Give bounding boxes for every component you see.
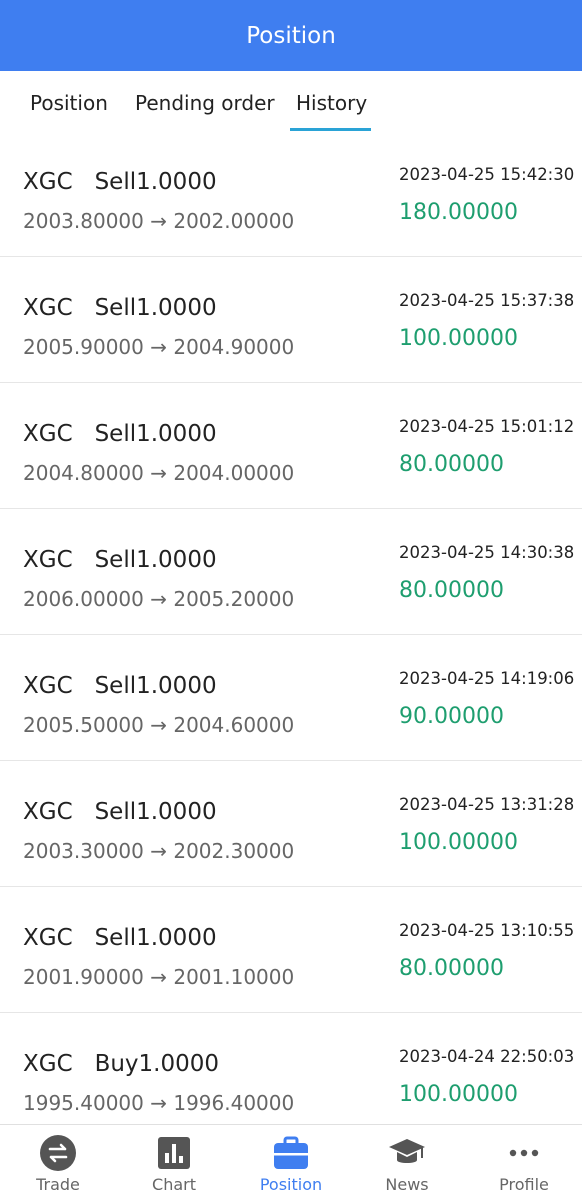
nav-trade[interactable]: Trade [0,1125,116,1200]
history-row[interactable]: XGC Sell1.0000 2006.00000 → 2005.20000 2… [0,509,582,635]
trade-title: XGC Sell1.0000 [23,421,217,447]
history-row[interactable]: XGC Buy1.0000 1995.40000 → 1996.40000 20… [0,1013,582,1124]
tab-history[interactable]: History [296,89,367,129]
trade-title: XGC Sell1.0000 [23,799,217,825]
trade-profit: 80.00000 [399,956,504,981]
trade-profit: 100.00000 [399,1082,518,1107]
trade-prices: 2001.90000 → 2001.10000 [23,965,295,989]
trade-profit: 90.00000 [399,704,504,729]
trade-time: 2023-04-25 14:30:38 [399,543,575,562]
trade-title: XGC Sell1.0000 [23,673,217,699]
graduation-cap-icon [389,1139,425,1163]
trade-profit: 100.00000 [399,326,518,351]
history-row[interactable]: XGC Sell1.0000 2005.90000 → 2004.90000 2… [0,257,582,383]
tab-position[interactable]: Position [30,89,108,129]
trade-prices: 2004.80000 → 2004.00000 [23,461,295,485]
app-header: Position [0,0,582,71]
trade-time: 2023-04-25 15:01:12 [399,417,575,436]
trade-prices: 2003.80000 → 2002.00000 [23,209,295,233]
trade-time: 2023-04-24 22:50:03 [399,1047,575,1066]
nav-profile[interactable]: Profile [466,1125,582,1200]
nav-news[interactable]: News [349,1125,465,1200]
trade-profit: 180.00000 [399,200,518,225]
chart-icon [158,1137,190,1169]
history-row[interactable]: XGC Sell1.0000 2003.30000 → 2002.30000 2… [0,761,582,887]
trade-prices: 1995.40000 → 1996.40000 [23,1091,295,1115]
trade-profit: 80.00000 [399,578,504,603]
nav-label-news: News [385,1175,429,1194]
nav-label-profile: Profile [499,1175,549,1194]
trade-time: 2023-04-25 14:19:06 [399,669,575,688]
history-row[interactable]: XGC Sell1.0000 2003.80000 → 2002.00000 2… [0,131,582,257]
trade-profit: 80.00000 [399,452,504,477]
more-dots-icon [509,1149,539,1157]
trade-prices: 2005.50000 → 2004.60000 [23,713,295,737]
trade-profit: 100.00000 [399,830,518,855]
trade-prices: 2003.30000 → 2002.30000 [23,839,295,863]
trade-time: 2023-04-25 15:42:30 [399,165,575,184]
nav-label-trade: Trade [36,1175,80,1194]
tab-pending-order[interactable]: Pending order [135,89,275,129]
trade-title: XGC Buy1.0000 [23,1051,220,1077]
nav-label-position: Position [259,1175,323,1194]
trade-time: 2023-04-25 13:10:55 [399,921,575,940]
trade-icon [40,1135,76,1171]
nav-position[interactable]: Position [233,1125,349,1200]
trade-time: 2023-04-25 13:31:28 [399,795,575,814]
trade-title: XGC Sell1.0000 [23,169,217,195]
history-row[interactable]: XGC Sell1.0000 2005.50000 → 2004.60000 2… [0,635,582,761]
trade-title: XGC Sell1.0000 [23,295,217,321]
trade-title: XGC Sell1.0000 [23,925,217,951]
nav-label-chart: Chart [152,1175,196,1194]
trade-title: XGC Sell1.0000 [23,547,217,573]
nav-chart[interactable]: Chart [116,1125,232,1200]
trade-prices: 2005.90000 → 2004.90000 [23,335,295,359]
history-list[interactable]: XGC Sell1.0000 2003.80000 → 2002.00000 2… [0,131,582,1124]
page-title: Position [246,22,336,49]
trade-time: 2023-04-25 15:37:38 [399,291,575,310]
trade-prices: 2006.00000 → 2005.20000 [23,587,295,611]
history-row[interactable]: XGC Sell1.0000 2001.90000 → 2001.10000 2… [0,887,582,1013]
briefcase-icon [274,1136,308,1169]
history-row[interactable]: XGC Sell1.0000 2004.80000 → 2004.00000 2… [0,383,582,509]
bottom-nav: Trade Chart Position News Profile [0,1124,582,1200]
